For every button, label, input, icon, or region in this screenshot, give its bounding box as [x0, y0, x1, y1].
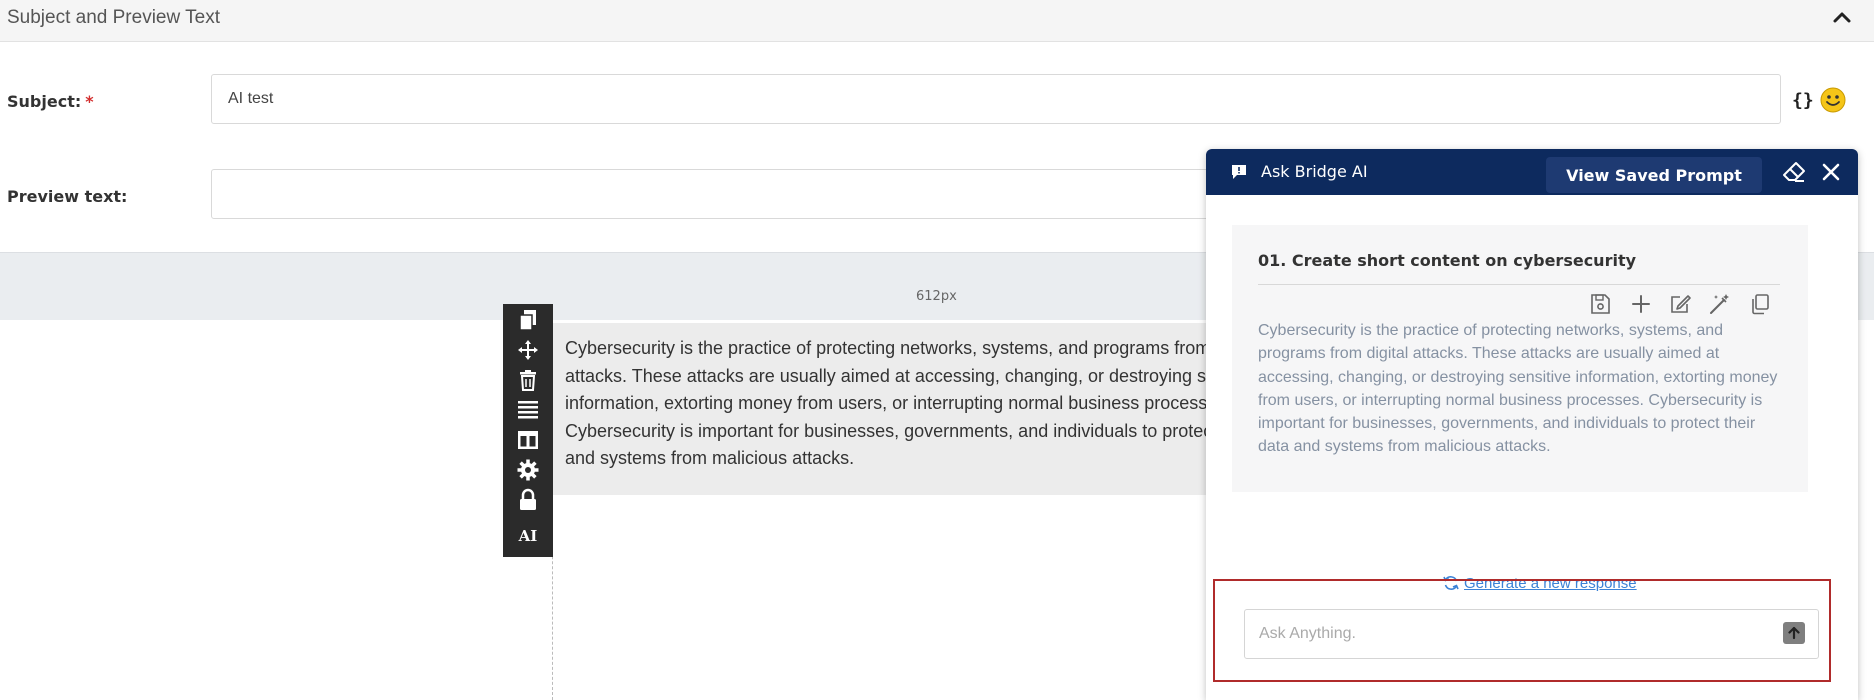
preview-text-input[interactable]	[211, 169, 1251, 219]
move-block-button[interactable]	[503, 336, 553, 364]
align-block-button[interactable]	[503, 396, 553, 424]
prompt-divider	[1258, 284, 1780, 285]
preview-label: Preview text:	[7, 187, 128, 206]
view-saved-prompt-button[interactable]: View Saved Prompt	[1546, 157, 1762, 193]
ask-box	[1244, 609, 1819, 659]
ai-response-text: Cybersecurity is the practice of protect…	[1258, 322, 1778, 456]
settings-block-button[interactable]	[503, 456, 553, 484]
section-header[interactable]: Subject and Preview Text	[0, 0, 1874, 42]
regenerate-row[interactable]: Generate a new response	[1442, 574, 1637, 592]
lock-block-button[interactable]	[503, 486, 553, 514]
ask-bridge-ai-panel: Ask Bridge AI View Saved Prompt 01. Crea…	[1206, 149, 1858, 700]
section-title: Subject and Preview Text	[7, 7, 220, 28]
plus-icon[interactable]	[1629, 292, 1653, 316]
saved-prompt-card: 01. Create short content on cybersecurit…	[1232, 225, 1808, 492]
generate-new-response-link[interactable]: Generate a new response	[1464, 575, 1637, 592]
text-content-block[interactable]: Cybersecurity is the practice of protect…	[553, 323, 1253, 495]
ai-panel-header: Ask Bridge AI View Saved Prompt	[1206, 149, 1858, 195]
chevron-up-icon[interactable]	[1830, 6, 1854, 30]
align-icon	[518, 401, 538, 419]
chat-icon	[1232, 165, 1246, 179]
columns-block-button[interactable]	[503, 426, 553, 454]
merge-tag-icon[interactable]: {}	[1792, 90, 1814, 111]
block-toolbar: AI	[503, 304, 553, 557]
copy-block-button[interactable]	[503, 306, 553, 334]
subject-input[interactable]	[211, 74, 1781, 124]
trash-icon	[520, 370, 536, 391]
ask-anything-input[interactable]	[1245, 610, 1775, 658]
gear-icon	[517, 459, 539, 481]
magic-wand-icon[interactable]	[1708, 292, 1732, 316]
arrow-up-icon	[1788, 626, 1800, 640]
ai-block-button[interactable]: AI	[503, 522, 553, 550]
required-mark: *	[85, 92, 94, 111]
send-button[interactable]	[1783, 622, 1805, 644]
move-icon	[518, 340, 538, 360]
delete-block-button[interactable]	[503, 366, 553, 394]
close-icon[interactable]	[1821, 162, 1841, 182]
emoji-icon[interactable]	[1820, 87, 1846, 113]
prompt-title: 01. Create short content on cybersecurit…	[1258, 251, 1637, 270]
subject-label: Subject: *	[7, 92, 94, 111]
edit-icon[interactable]	[1668, 292, 1692, 316]
refresh-icon	[1443, 576, 1459, 590]
copy-icon[interactable]	[1748, 292, 1772, 316]
save-icon[interactable]	[1588, 292, 1612, 316]
content-text[interactable]: Cybersecurity is the practice of protect…	[565, 335, 1253, 473]
columns-icon	[518, 431, 538, 449]
copy-icon	[519, 310, 536, 331]
width-label: 612px	[916, 289, 957, 304]
eraser-icon[interactable]	[1782, 161, 1806, 183]
response-actions	[1580, 292, 1780, 316]
lock-icon	[520, 488, 536, 510]
subject-label-text: Subject:	[7, 92, 82, 111]
ai-panel-title: Ask Bridge AI	[1261, 162, 1368, 181]
